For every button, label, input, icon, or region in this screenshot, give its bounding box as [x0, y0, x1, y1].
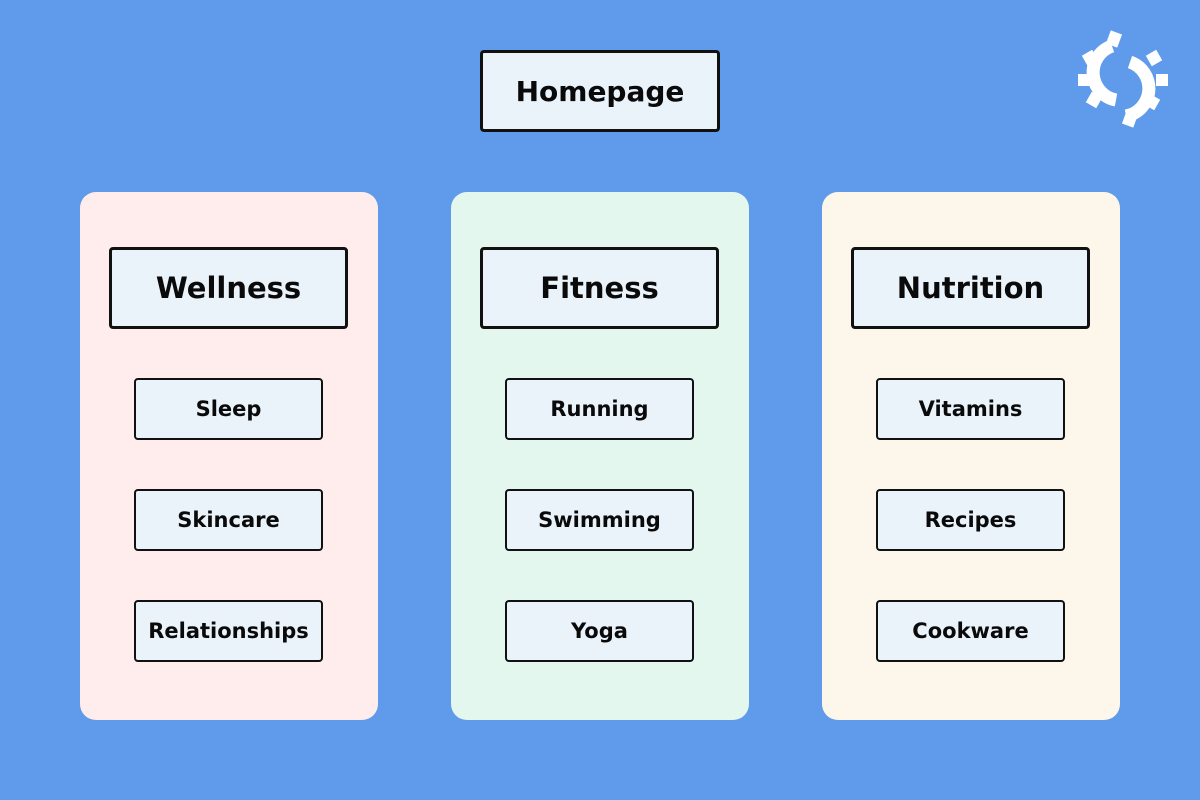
category-node-nutrition: Nutrition	[851, 247, 1090, 329]
subtopic-node: Cookware	[876, 600, 1065, 662]
subtopic-node: Running	[505, 378, 694, 440]
subtopic-node: Yoga	[505, 600, 694, 662]
subtopic-node: Sleep	[134, 378, 323, 440]
subtopic-node: Swimming	[505, 489, 694, 551]
panel-nutrition: Nutrition Vitamins Recipes Cookware	[822, 192, 1120, 720]
panel-wellness: Wellness Sleep Skincare Relationships	[80, 192, 378, 720]
category-node-wellness: Wellness	[109, 247, 348, 329]
category-node-fitness: Fitness	[480, 247, 719, 329]
subtopic-node: Vitamins	[876, 378, 1065, 440]
homepage-node: Homepage	[480, 50, 720, 132]
subtopic-node: Recipes	[876, 489, 1065, 551]
panel-fitness: Fitness Running Swimming Yoga	[451, 192, 749, 720]
gear-sync-icon	[1078, 30, 1168, 128]
subtopic-node: Relationships	[134, 600, 323, 662]
subtopic-node: Skincare	[134, 489, 323, 551]
